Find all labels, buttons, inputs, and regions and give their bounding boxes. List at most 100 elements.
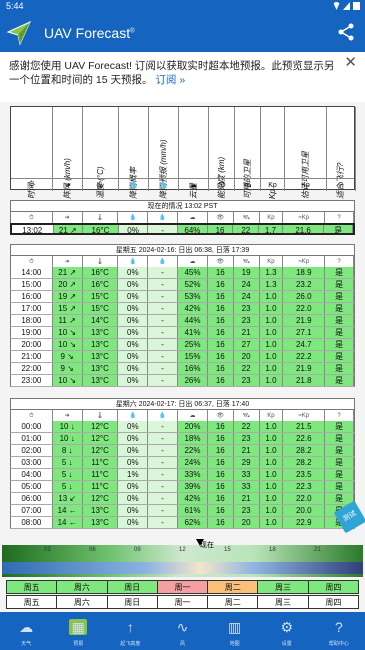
day-tab[interactable]: 周四 <box>308 580 359 594</box>
day-tab[interactable]: 周六 <box>57 580 108 594</box>
table-cell: 23.5 <box>283 469 326 480</box>
table-row[interactable]: 08:0014 ←13°C0%-62%16201.022.9是 <box>10 517 355 529</box>
table-row[interactable]: 04:00 5 ↓ 11°C 1% -33% 16 33 1.0 23.5 是 <box>10 469 355 481</box>
close-icon[interactable]: ✕ <box>344 55 357 70</box>
symbol-cell: ➜ <box>53 410 83 421</box>
table-cell: - <box>148 375 179 386</box>
table-cell: 28.2 <box>283 445 326 456</box>
table-cell: 0% <box>118 481 149 492</box>
divider <box>11 178 354 179</box>
table-cell: 61% <box>178 505 208 516</box>
table-row[interactable]: 15:00 20 ↗ 16°C 0% -52% 16 24 1.3 23.2 是 <box>10 279 355 291</box>
table-row[interactable]: 03:00 5 ↓ 11°C 0% -24% 16 29 1.0 28.2 是 <box>10 457 355 469</box>
day-tab[interactable]: 周六 <box>57 595 108 609</box>
nav-item[interactable]: ☁ 天气 <box>0 612 52 650</box>
day-tab[interactable]: 周日 <box>107 595 158 609</box>
table-cell: 是 <box>325 351 354 362</box>
table-cell: - <box>148 339 179 350</box>
table-cell: 53% <box>178 291 208 302</box>
table-cell: 是 <box>325 363 354 374</box>
day-tab[interactable]: 周四 <box>308 595 359 609</box>
table-cell: 是 <box>325 303 354 314</box>
table-cell: 19 <box>233 267 260 278</box>
table-cell: 22.9 <box>283 517 326 528</box>
table-row[interactable]: 16:00 19 ↗ 15°C 0% -53% 16 24 1.0 26.0 是 <box>10 291 355 303</box>
table-cell: 5 ↓ <box>52 469 83 480</box>
symbol-cell: Kp <box>260 410 284 421</box>
day-tab[interactable]: 周三 <box>258 580 309 594</box>
table-cell: 1.0 <box>259 339 284 350</box>
table-cell: 33 <box>233 481 260 492</box>
day-tab[interactable]: 周二 <box>208 595 259 609</box>
table-cell: 11°C <box>82 469 119 480</box>
table-cell: 0% <box>118 327 149 338</box>
table-row[interactable]: 05:00 5 ↓ 11°C 0% -39% 16 33 1.0 22.3 是 <box>10 481 355 493</box>
table-cell: 27.1 <box>283 327 326 338</box>
day-tab[interactable]: 周五 <box>6 580 58 594</box>
table-cell: 16 <box>207 375 234 386</box>
table-cell: 0% <box>118 303 149 314</box>
table-row[interactable]: 07:0014 ←13°C0%-61%16231.020.0是 <box>10 505 355 517</box>
table-row[interactable]: 21:00 9 ↘ 13°C 0% -15% 16 20 1.0 22.2 是 <box>10 351 355 363</box>
table-row[interactable]: 22:00 9 ↘ 13°C 0% -16% 16 22 1.0 21.9 是 <box>10 363 355 375</box>
table-cell: 52% <box>178 279 208 290</box>
table-cell: 16 <box>207 267 234 278</box>
table-cell: 16 <box>207 517 234 528</box>
share-icon[interactable] <box>336 22 356 42</box>
table-cell: - <box>148 505 179 516</box>
table-cell: - <box>148 493 179 504</box>
table-cell: 12°C <box>82 445 119 456</box>
symbol-cell: ☁ <box>178 410 208 421</box>
table-row[interactable]: 23:00 10 ↘ 13°C 0% -26% 16 23 1.0 21.8 是 <box>10 375 355 387</box>
day2-title: 星期六 2024-02-17: 日出 06:37, 日落 17:40 <box>10 398 355 409</box>
table-cell: 24 <box>233 291 260 302</box>
table-cell: 28.2 <box>283 457 326 468</box>
table-cell: 20 ↗ <box>52 279 83 290</box>
timeline-slider[interactable]: 现在 03 06 09 12 15 18 21 <box>2 539 363 577</box>
nav-item[interactable]: ↑ 起飞高度 <box>104 612 156 650</box>
nav-item[interactable]: ▥ 地图 <box>209 612 261 650</box>
table-row[interactable]: 02:00 8 ↓ 12°C 0% -22% 16 21 1.0 28.2 是 <box>10 445 355 457</box>
table-row[interactable]: 14:00 21 ↗ 16°C 0% -45% 16 19 1.3 18.9 是 <box>10 267 355 279</box>
table-cell: 22.0 <box>283 493 326 504</box>
table-row[interactable]: 00:00 10 ↓ 12°C 0% -20% 16 22 1.0 21.5 是 <box>10 421 355 433</box>
nav-item[interactable]: ∿ 风 <box>156 612 208 650</box>
subscribe-link[interactable]: 订阅 » <box>155 74 185 86</box>
table-cell: 1.0 <box>259 303 284 314</box>
table-cell: 23:00 <box>11 375 53 386</box>
nav-label: 设置 <box>281 641 292 647</box>
day-tab[interactable]: 周一 <box>157 580 209 594</box>
nav-item[interactable]: ? 帮助中心 <box>313 612 365 650</box>
table-row[interactable]: 18:00 11 ↗ 14°C 0% -44% 16 23 1.0 21.9 是 <box>10 315 355 327</box>
symbol-cell: 💧 <box>148 410 179 421</box>
day-tab[interactable]: 周五 <box>6 595 58 609</box>
table-cell: 1.0 <box>259 363 284 374</box>
table-row[interactable]: 01:00 10 ↓ 12°C 0% -18% 16 23 1.0 22.6 是 <box>10 433 355 445</box>
header-symbol: 💧 <box>129 182 138 189</box>
table-cell: 10 ↘ <box>52 339 83 350</box>
table-cell: 42% <box>178 493 208 504</box>
nav-item[interactable]: ▦ 预报 <box>52 612 104 650</box>
header-symbol: 👁 <box>217 182 226 189</box>
symbol-cell: ? <box>325 212 354 223</box>
table-row[interactable]: 17:00 15 ↗ 15°C 0% -42% 16 23 1.0 22.0 是 <box>10 303 355 315</box>
table-cell: 18% <box>178 433 208 444</box>
day-tab[interactable]: 周日 <box>107 580 158 594</box>
header-symbol: 🛰 <box>243 182 252 189</box>
day-tab[interactable]: 周一 <box>157 595 209 609</box>
table-cell: 16 <box>207 339 234 350</box>
day-tab[interactable]: 周二 <box>208 580 259 594</box>
table-row[interactable]: 19:00 10 ↘ 13°C 0% -41% 16 21 1.0 27.1 是 <box>10 327 355 339</box>
table-cell: 16°C <box>83 225 119 233</box>
nav-item[interactable]: ⚙ 设置 <box>261 612 313 650</box>
day-tab[interactable]: 周三 <box>258 595 309 609</box>
table-cell: 22.0 <box>283 303 326 314</box>
symbol-cell: 👁 <box>208 410 234 421</box>
table-row[interactable]: 13:02 21 ↗ 16°C 0% -64% 16 22 1.7 21.6 是 <box>10 223 355 235</box>
table-row[interactable]: 20:00 10 ↘ 13°C 0% -25% 16 27 1.0 24.7 是 <box>10 339 355 351</box>
table-row[interactable]: 06:00 13 ↙ 12°C 0% -42% 16 21 1.0 22.0 是 <box>10 493 355 505</box>
pulse-icon: ∿ <box>176 619 189 635</box>
symbol-cell: ⏱ <box>11 212 53 223</box>
table-cell: 16 <box>207 291 234 302</box>
table-cell: 11°C <box>82 457 119 468</box>
